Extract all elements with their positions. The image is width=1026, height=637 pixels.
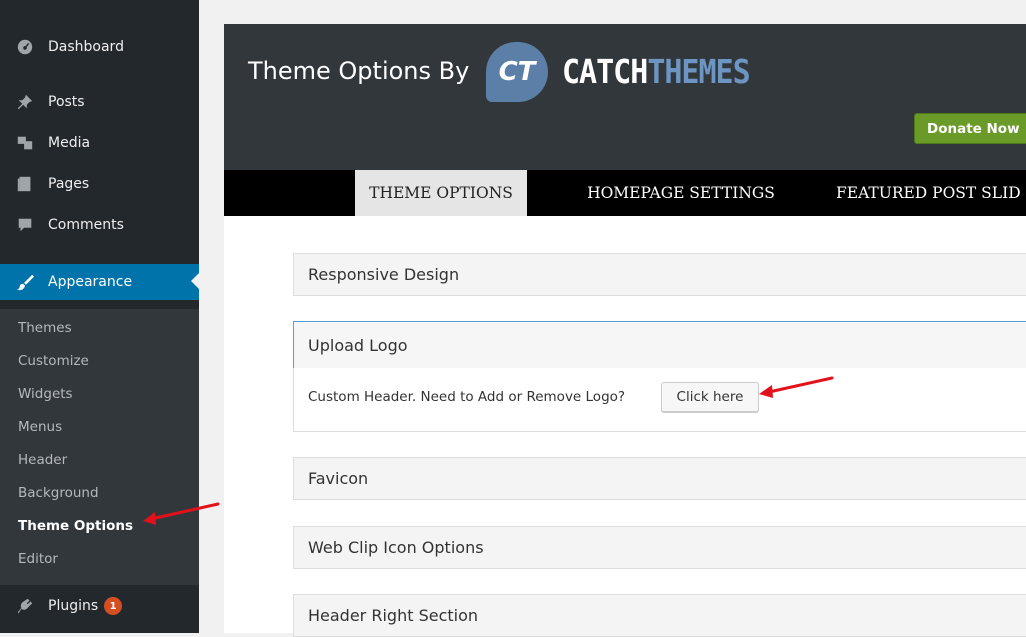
sidebar-item-appearance[interactable]: Appearance (0, 264, 199, 300)
options-content: Responsive Design Upload Logo Custom Hea… (224, 216, 1026, 637)
section-upload-logo[interactable]: Upload Logo (293, 321, 1026, 369)
active-indicator (191, 273, 199, 289)
theme-options-header: Theme Options By CT CATCHTHEMES Donate N… (224, 24, 1026, 170)
logo-text-themes: THEMES (647, 52, 750, 92)
sidebar-item-label: Pages (48, 176, 90, 192)
admin-sidebar: Dashboard Posts Media Pages Comments App… (0, 0, 199, 633)
submenu-customize[interactable]: Customize (18, 350, 89, 372)
sidebar-item-plugins[interactable]: Plugins 1 (0, 589, 199, 623)
section-title: Responsive Design (308, 265, 460, 284)
media-icon (15, 133, 35, 153)
submenu-header[interactable]: Header (18, 449, 67, 471)
submenu-background[interactable]: Background (18, 482, 99, 504)
comment-icon (15, 215, 35, 235)
options-tabbar: THEME OPTIONS HOMEPAGE SETTINGS FEATURED… (224, 170, 1026, 216)
submenu-themes[interactable]: Themes (18, 317, 72, 339)
submenu-menus[interactable]: Menus (18, 416, 62, 438)
tab-homepage-settings[interactable]: HOMEPAGE SETTINGS (566, 170, 796, 216)
sidebar-item-label: Comments (48, 217, 124, 233)
dashboard-icon (15, 37, 35, 57)
pages-icon (15, 174, 35, 194)
section-web-clip-icon[interactable]: Web Clip Icon Options (293, 526, 1026, 569)
section-favicon[interactable]: Favicon (293, 457, 1026, 500)
logo-text-catch: CATCH (562, 52, 648, 92)
sidebar-item-comments[interactable]: Comments (0, 208, 199, 242)
plugins-update-badge: 1 (104, 597, 123, 615)
sidebar-item-dashboard[interactable]: Dashboard (0, 30, 199, 64)
tab-featured-post-slider[interactable]: FEATURED POST SLID (836, 170, 1026, 216)
brush-icon (15, 272, 35, 292)
section-title: Web Clip Icon Options (308, 538, 484, 557)
section-responsive-design[interactable]: Responsive Design (293, 253, 1026, 296)
ct-logo-mark: CT (486, 42, 548, 102)
appearance-submenu: Themes Customize Widgets Menus Header Ba… (0, 309, 199, 585)
page-title: Theme Options By (248, 57, 470, 85)
section-header-right[interactable]: Header Right Section (293, 594, 1026, 637)
submenu-widgets[interactable]: Widgets (18, 383, 73, 405)
sidebar-item-label: Posts (48, 94, 85, 110)
submenu-editor[interactable]: Editor (18, 548, 58, 570)
sidebar-item-pages[interactable]: Pages (0, 167, 199, 201)
catch-themes-logo: CT CATCHTHEMES (486, 42, 751, 102)
upload-logo-panel: Custom Header. Need to Add or Remove Log… (293, 368, 1026, 432)
section-title: Header Right Section (308, 606, 479, 625)
sidebar-item-label: Dashboard (48, 39, 124, 55)
section-title: Upload Logo (308, 335, 408, 355)
sidebar-item-media[interactable]: Media (0, 126, 199, 160)
sidebar-item-posts[interactable]: Posts (0, 85, 199, 119)
plug-icon (15, 596, 35, 616)
click-here-button[interactable]: Click here (661, 382, 759, 412)
donate-now-button[interactable]: Donate Now (914, 113, 1026, 144)
upload-logo-description: Custom Header. Need to Add or Remove Log… (308, 389, 626, 405)
sidebar-item-label: Media (48, 135, 91, 151)
tab-theme-options[interactable]: THEME OPTIONS (355, 170, 527, 216)
pin-icon (15, 92, 35, 112)
sidebar-item-label: Appearance (48, 274, 133, 290)
submenu-theme-options[interactable]: Theme Options (18, 515, 133, 537)
section-title: Favicon (308, 469, 369, 488)
logo-wordmark: CATCHTHEMES (562, 52, 751, 92)
sidebar-item-label: Plugins (48, 598, 99, 614)
